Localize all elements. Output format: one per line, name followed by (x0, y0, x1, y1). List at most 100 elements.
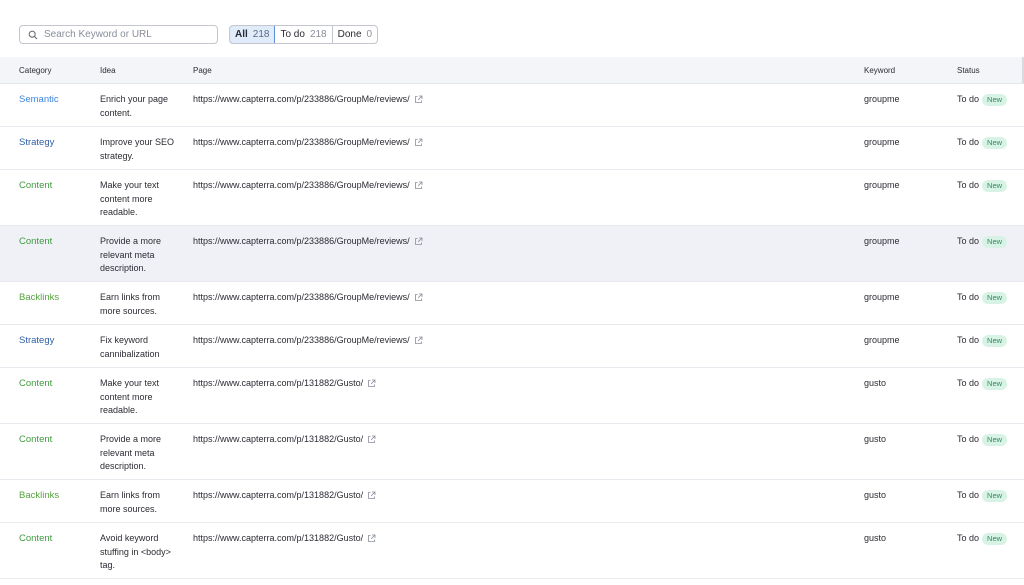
toolbar: All 218 To do 218 Done 0 (19, 25, 379, 44)
new-badge: New (982, 489, 1008, 502)
status-cell: To do New (957, 136, 1008, 150)
external-link-icon[interactable] (414, 237, 423, 246)
table-row[interactable]: Backlinks Earn links from more sources. … (0, 282, 1024, 325)
status-text: To do (957, 490, 980, 500)
idea-text: Fix keyword cannibalization (100, 335, 160, 359)
table-row[interactable]: Content Provide a more relevant meta des… (0, 226, 1024, 282)
page-url[interactable]: https://www.capterra.com/p/233886/GroupM… (193, 334, 410, 348)
column-header-category[interactable]: Category (19, 66, 51, 75)
table-row[interactable]: Content Avoid keyword stuffing in <body>… (0, 523, 1024, 579)
external-link-icon[interactable] (367, 435, 376, 444)
status-cell: To do New (957, 377, 1008, 391)
search-input[interactable] (44, 29, 214, 40)
page-cell: https://www.capterra.com/p/233886/GroupM… (193, 93, 423, 107)
page-url[interactable]: https://www.capterra.com/p/233886/GroupM… (193, 93, 410, 107)
status-text: To do (957, 137, 980, 147)
new-badge: New (982, 377, 1008, 390)
ideas-table: Category Idea Page Keyword Status Semant… (0, 57, 1024, 579)
table-row[interactable]: Content Make your text content more read… (0, 368, 1024, 424)
category-link[interactable]: Content (19, 377, 52, 391)
page-cell: https://www.capterra.com/p/131882/Gusto/ (193, 489, 376, 503)
status-cell: To do New (957, 235, 1008, 249)
external-link-icon[interactable] (414, 293, 423, 302)
filter-todo-count: 218 (309, 29, 327, 40)
search-icon (26, 28, 40, 42)
category-link[interactable]: Backlinks (19, 489, 59, 503)
external-link-icon[interactable] (367, 491, 376, 500)
status-cell: To do New (957, 179, 1008, 193)
filter-all-label: All (235, 29, 248, 40)
table-row[interactable]: Strategy Improve your SEO strategy. http… (0, 127, 1024, 170)
page-cell: https://www.capterra.com/p/131882/Gusto/ (193, 377, 376, 391)
status-text: To do (957, 180, 980, 190)
table-row[interactable]: Content Make your text content more read… (0, 170, 1024, 226)
category-link[interactable]: Content (19, 433, 52, 447)
filter-all-count: 218 (252, 29, 270, 40)
keyword-text: groupme (864, 236, 900, 246)
new-badge: New (982, 433, 1008, 446)
external-link-icon[interactable] (414, 336, 423, 345)
table-row[interactable]: Semantic Enrich your page content. https… (0, 84, 1024, 127)
page-cell: https://www.capterra.com/p/233886/GroupM… (193, 291, 423, 305)
status-cell: To do New (957, 334, 1008, 348)
status-text: To do (957, 94, 980, 104)
page-cell: https://www.capterra.com/p/131882/Gusto/ (193, 433, 376, 447)
page-url[interactable]: https://www.capterra.com/p/233886/GroupM… (193, 136, 410, 150)
new-badge: New (982, 291, 1008, 304)
new-badge: New (982, 93, 1008, 106)
filter-todo-label: To do (280, 29, 305, 40)
status-text: To do (957, 378, 980, 388)
external-link-icon[interactable] (414, 181, 423, 190)
page-cell: https://www.capterra.com/p/131882/Gusto/ (193, 532, 376, 546)
column-header-keyword[interactable]: Keyword (864, 66, 895, 75)
category-link[interactable]: Strategy (19, 334, 54, 348)
table-row[interactable]: Strategy Fix keyword cannibalization htt… (0, 325, 1024, 368)
search-box[interactable] (19, 25, 218, 44)
filter-done-label: Done (337, 29, 362, 40)
category-link[interactable]: Content (19, 179, 52, 193)
category-link[interactable]: Semantic (19, 93, 59, 107)
keyword-text: gusto (864, 490, 887, 500)
page-url[interactable]: https://www.capterra.com/p/131882/Gusto/ (193, 433, 363, 447)
page-url[interactable]: https://www.capterra.com/p/233886/GroupM… (193, 179, 410, 193)
status-cell: To do New (957, 489, 1008, 503)
idea-text: Earn links from more sources. (100, 292, 161, 316)
external-link-icon[interactable] (414, 95, 423, 104)
table-row[interactable]: Backlinks Earn links from more sources. … (0, 480, 1024, 523)
keyword-text: groupme (864, 180, 900, 190)
keyword-text: groupme (864, 137, 900, 147)
category-link[interactable]: Content (19, 532, 52, 546)
page-cell: https://www.capterra.com/p/233886/GroupM… (193, 235, 423, 249)
filter-done-count: 0 (366, 29, 373, 40)
page-url[interactable]: https://www.capterra.com/p/131882/Gusto/ (193, 532, 363, 546)
page-url[interactable]: https://www.capterra.com/p/131882/Gusto/ (193, 377, 363, 391)
new-badge: New (982, 532, 1008, 545)
external-link-icon[interactable] (414, 138, 423, 147)
status-text: To do (957, 434, 980, 444)
page-url[interactable]: https://www.capterra.com/p/131882/Gusto/ (193, 489, 363, 503)
category-link[interactable]: Strategy (19, 136, 54, 150)
page-url[interactable]: https://www.capterra.com/p/233886/GroupM… (193, 291, 410, 305)
new-badge: New (982, 334, 1008, 347)
status-text: To do (957, 533, 980, 543)
status-text: To do (957, 236, 980, 246)
category-link[interactable]: Content (19, 235, 52, 249)
external-link-icon[interactable] (367, 379, 376, 388)
status-text: To do (957, 335, 980, 345)
column-header-status[interactable]: Status (957, 66, 980, 75)
status-cell: To do New (957, 291, 1008, 305)
filter-done[interactable]: Done 0 (333, 26, 377, 43)
filter-all[interactable]: All 218 (230, 26, 276, 43)
idea-text: Make your text content more readable. (100, 180, 160, 217)
filter-todo[interactable]: To do 218 (275, 26, 333, 43)
page-cell: https://www.capterra.com/p/233886/GroupM… (193, 179, 423, 193)
new-badge: New (982, 136, 1008, 149)
external-link-icon[interactable] (367, 534, 376, 543)
keyword-text: gusto (864, 378, 887, 388)
category-link[interactable]: Backlinks (19, 291, 59, 305)
column-header-idea[interactable]: Idea (100, 66, 116, 75)
idea-text: Avoid keyword stuffing in <body> tag. (100, 533, 171, 570)
column-header-page[interactable]: Page (193, 66, 212, 75)
page-url[interactable]: https://www.capterra.com/p/233886/GroupM… (193, 235, 410, 249)
table-row[interactable]: Content Provide a more relevant meta des… (0, 424, 1024, 480)
